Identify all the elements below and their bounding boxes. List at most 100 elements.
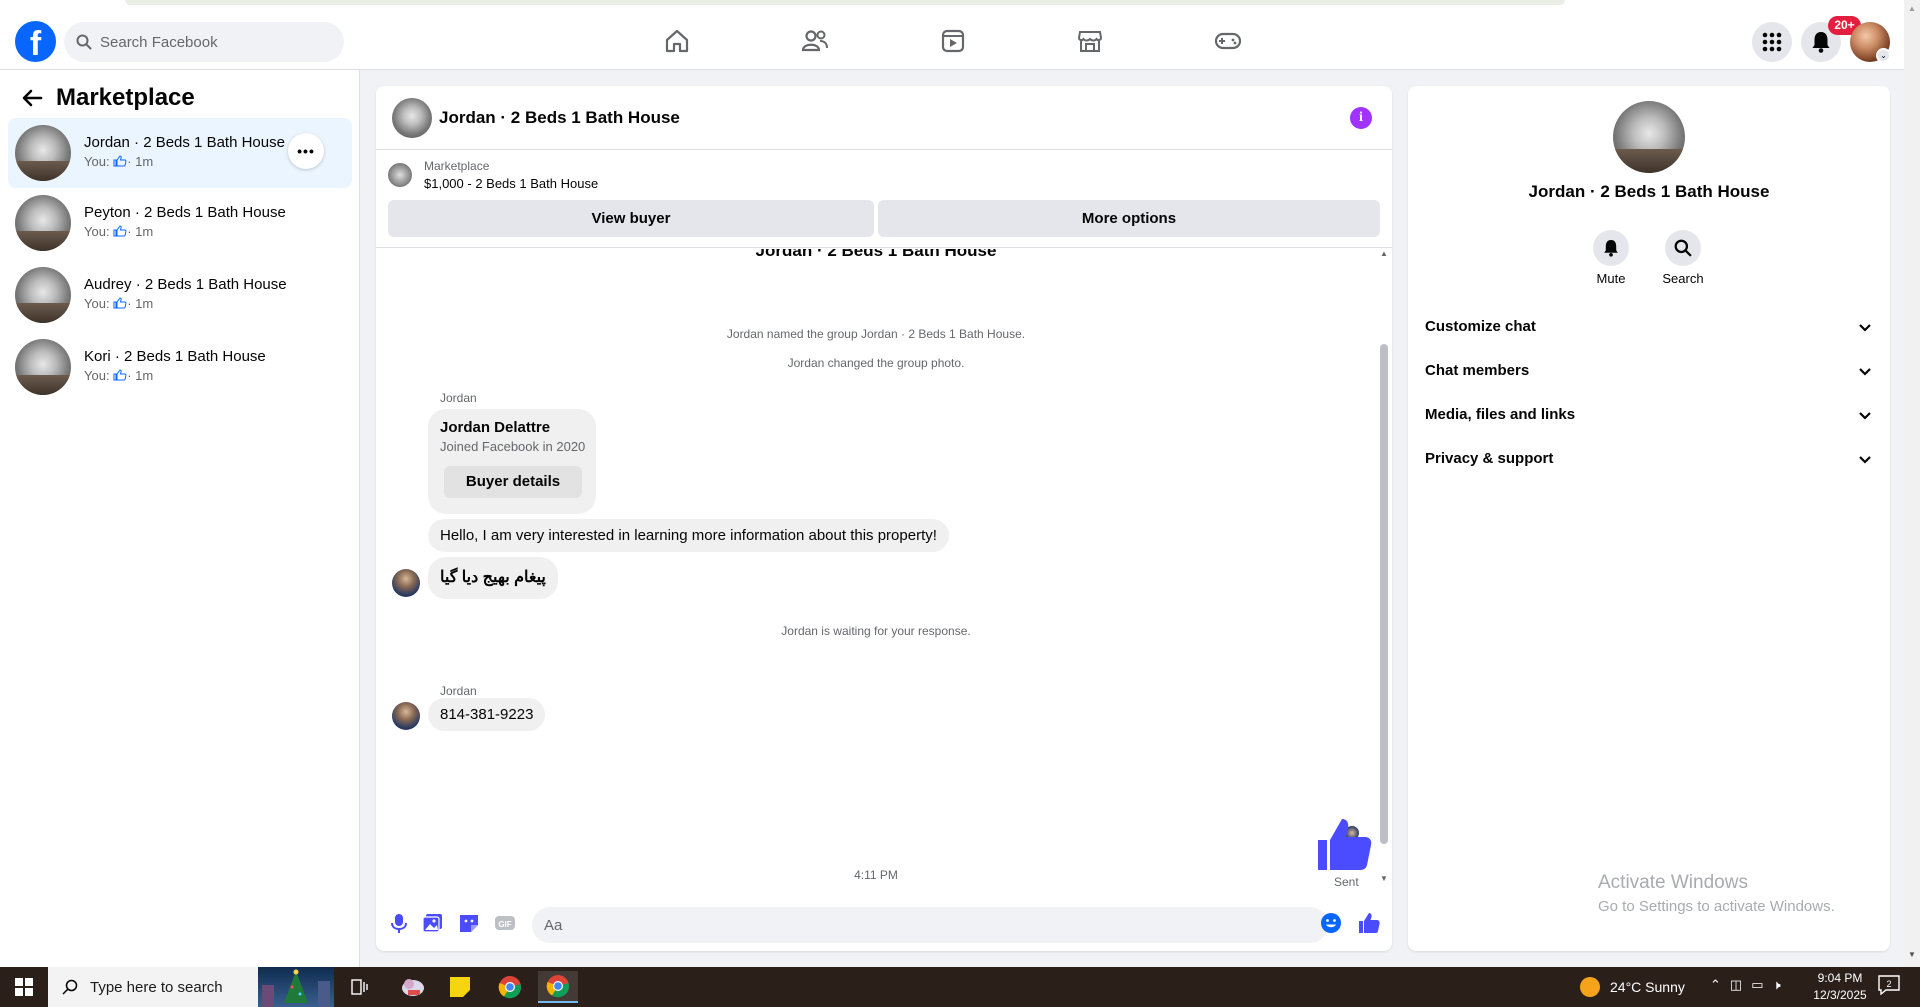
taskbar-clock[interactable]: 9:04 PM 12/3/2025 (1800, 970, 1880, 1004)
message-bubble[interactable]: Hello, I am very interested in learning … (428, 519, 949, 552)
home-icon[interactable] (660, 24, 694, 58)
gaming-icon[interactable] (1211, 24, 1245, 58)
conversation-preview: You: · 1m (84, 154, 153, 169)
task-view-icon[interactable] (340, 971, 380, 1003)
view-buyer-button[interactable]: View buyer (388, 200, 874, 237)
message-bubble[interactable]: 814-381-9223 (428, 698, 546, 731)
scroll-thumb[interactable] (1380, 344, 1388, 844)
message-sender: Jordan (440, 684, 477, 698)
conversation-name: Jordan · 2 Beds 1 Bath House (84, 134, 285, 151)
meet-now-icon[interactable]: ◫ (1730, 977, 1742, 993)
scroll-up-arrow[interactable]: ▲ (1908, 4, 1916, 13)
conversation-item[interactable]: Audrey · 2 Beds 1 Bath House You: · 1m (8, 260, 352, 330)
preview-prefix: You: (84, 296, 110, 311)
bell-icon (1812, 32, 1830, 53)
chat-avatar[interactable] (392, 98, 432, 138)
message-thread[interactable]: Jordan · 2 Beds 1 Bath House Jordan name… (376, 249, 1392, 889)
clock-time: 9:04 PM (1817, 971, 1863, 985)
chevron-down-icon[interactable]: ⌄ (1876, 48, 1891, 63)
listing-source-label: Marketplace (424, 159, 490, 173)
sent-status: Sent (1334, 875, 1359, 889)
network-icon[interactable]: ▭ (1751, 977, 1763, 993)
preview-time: · 1m (127, 154, 154, 169)
sent-like-icon[interactable] (1316, 816, 1372, 872)
scroll-down-arrow[interactable]: ▼ (1908, 950, 1916, 959)
conversation-item[interactable]: Peyton · 2 Beds 1 Bath House You: · 1m (8, 188, 352, 258)
chat-members-row[interactable]: Chat members (1425, 362, 1873, 390)
windows-taskbar: 24°C Sunny ⌃ ◫ ▭ 🕨 9:04 PM 12/3/2025 2 (0, 967, 1920, 1007)
chrome-icon[interactable] (490, 971, 530, 1003)
preview-time: · 1m (127, 296, 154, 311)
system-message: Jordan changed the group photo. (787, 356, 965, 370)
search-icon (1674, 239, 1692, 257)
conversation-more-options-button[interactable]: ••• (288, 133, 324, 169)
preview-prefix: You: (84, 368, 110, 383)
search-icon (76, 34, 92, 50)
customize-chat-row[interactable]: Customize chat (1425, 318, 1873, 346)
conversation-name: Kori · 2 Beds 1 Bath House (84, 348, 266, 365)
svg-text:GIF: GIF (498, 920, 511, 929)
page-title: Marketplace (56, 84, 195, 111)
system-tray[interactable]: ⌃ ◫ ▭ 🕨 (1710, 977, 1781, 993)
chevron-up-icon[interactable]: ⌃ (1710, 977, 1721, 993)
friends-icon[interactable] (798, 24, 832, 58)
conversation-avatar (15, 195, 71, 251)
grid-icon (1762, 32, 1782, 52)
sender-avatar[interactable] (392, 702, 420, 730)
row-label: Chat members (1425, 362, 1530, 379)
gif-icon[interactable]: GIF (494, 912, 516, 934)
weather-widget[interactable]: 24°C Sunny (1580, 967, 1685, 1007)
video-icon[interactable] (936, 24, 970, 58)
listing-thumbnail[interactable] (388, 163, 412, 187)
clock-date: 12/3/2025 (1813, 988, 1867, 1002)
notification-center-icon[interactable]: 2 (1878, 975, 1902, 999)
scroll-down-arrow[interactable]: ▼ (1380, 874, 1388, 883)
message-bubble[interactable]: پیغام بھیج دیا گیا (428, 557, 558, 599)
search-input[interactable] (100, 33, 320, 51)
info-icon[interactable]: i (1350, 107, 1372, 129)
group-avatar[interactable] (1613, 101, 1685, 173)
sender-avatar[interactable] (392, 569, 420, 597)
thread-scrollbar[interactable]: ▲ ▼ (1378, 249, 1390, 889)
message-input[interactable] (532, 907, 1328, 943)
activate-windows-subtitle: Go to Settings to activate Windows. (1598, 898, 1835, 915)
emoji-icon[interactable] (1320, 912, 1342, 934)
scroll-up-arrow[interactable]: ▲ (1380, 249, 1388, 258)
facebook-logo[interactable]: f (15, 21, 56, 62)
search-chat-button[interactable] (1665, 230, 1701, 266)
back-arrow-icon[interactable] (20, 86, 44, 110)
buyer-name: Jordan Delattre (440, 419, 551, 436)
microphone-icon[interactable] (388, 912, 410, 934)
listing-price-title[interactable]: $1,000 - 2 Beds 1 Bath House (424, 176, 598, 191)
weather-app-icon[interactable] (393, 971, 433, 1003)
media-files-links-row[interactable]: Media, files and links (1425, 406, 1873, 434)
mute-button[interactable] (1593, 230, 1629, 266)
page-scrollbar[interactable]: ▲ ▼ (1904, 0, 1920, 967)
preview-prefix: You: (84, 224, 110, 239)
privacy-support-row[interactable]: Privacy & support (1425, 450, 1873, 478)
chat-title[interactable]: Jordan · 2 Beds 1 Bath House (439, 108, 680, 128)
system-message: Jordan named the group Jordan · 2 Beds 1… (726, 327, 1026, 341)
buyer-details-button[interactable]: Buyer details (444, 466, 582, 498)
photo-icon[interactable] (422, 912, 444, 934)
start-button[interactable] (0, 967, 48, 1007)
marketplace-inbox-panel: Marketplace Jordan · 2 Beds 1 Bath House… (0, 70, 360, 967)
sticker-icon[interactable] (458, 912, 480, 934)
conversation-item[interactable]: Kori · 2 Beds 1 Bath House You: · 1m (8, 332, 352, 402)
search-highlight-image[interactable] (258, 967, 334, 1007)
like-button-icon[interactable] (1358, 912, 1380, 934)
search-bar[interactable] (64, 22, 344, 62)
more-options-button[interactable]: More options (878, 200, 1380, 237)
conversation-preview: You: · 1m (84, 224, 153, 239)
chat-header: Jordan · 2 Beds 1 Bath House i (376, 86, 1392, 150)
chrome-active-icon[interactable] (538, 971, 578, 1003)
like-icon (113, 155, 127, 167)
sticky-notes-icon[interactable] (440, 971, 480, 1003)
search-icon (62, 979, 78, 995)
top-navigation-bar: f 20+ ⌄ (0, 0, 1904, 70)
marketplace-icon[interactable] (1073, 24, 1107, 58)
menu-grid-button[interactable] (1752, 22, 1792, 62)
volume-icon[interactable]: 🕨 (1773, 977, 1781, 993)
row-label: Media, files and links (1425, 406, 1576, 423)
chevron-down-icon (1859, 324, 1871, 332)
